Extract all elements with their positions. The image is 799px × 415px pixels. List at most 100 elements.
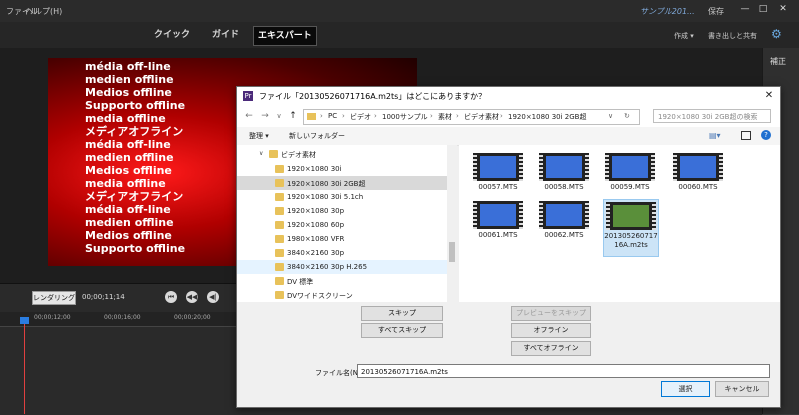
breadcrumb-item[interactable]: 素材 <box>438 112 452 122</box>
go-to-start-icon[interactable]: ⏮ <box>165 291 177 303</box>
new-folder-button[interactable]: 新しいフォルダー <box>289 131 345 141</box>
tree-item-hover[interactable]: 3840×2160 30p H.265 <box>237 260 447 274</box>
premiere-icon: Pr <box>243 91 253 101</box>
cancel-button[interactable]: キャンセル <box>715 381 769 397</box>
tree-scrollbar-thumb[interactable] <box>449 242 455 262</box>
step-back-icon[interactable]: ◀| <box>207 291 219 303</box>
all-offline-button[interactable]: すべてオフライン <box>511 341 591 356</box>
search-input[interactable]: 1920×1080 30i 2GB超の検索 <box>653 109 771 123</box>
preview-text: medien offline <box>85 216 174 229</box>
breadcrumb-separator: › <box>342 112 345 120</box>
create-menu[interactable]: 作成 ▾ <box>674 31 694 41</box>
folder-icon <box>275 277 284 285</box>
forward-arrow-icon[interactable]: → <box>259 110 271 122</box>
folder-icon <box>275 165 284 173</box>
file-name: 00061.MTS <box>478 231 518 239</box>
back-arrow-icon[interactable]: ← <box>243 110 255 122</box>
refresh-icon[interactable]: ↻ <box>624 112 630 120</box>
video-thumbnail <box>605 153 655 181</box>
breadcrumb-item[interactable]: 1920×1080 30i 2GB超 <box>508 112 586 122</box>
skip-button[interactable]: スキップ <box>361 306 443 321</box>
file-tile[interactable]: 00058.MTS <box>537 151 591 203</box>
breadcrumb-separator: › <box>500 112 503 120</box>
file-name: 00058.MTS <box>544 183 584 191</box>
tree-item[interactable]: 1920×1080 30i <box>237 162 447 176</box>
breadcrumb-item[interactable]: PC <box>328 112 337 120</box>
folder-icon <box>275 179 284 187</box>
playhead[interactable] <box>24 318 25 414</box>
breadcrumb-item[interactable]: 1000サンプル <box>382 112 428 122</box>
tree-item[interactable]: DV 標準 <box>237 274 447 288</box>
preview-text: medien offline <box>85 151 174 164</box>
tree-scrollbar[interactable] <box>447 145 457 302</box>
tree-item-label: 1920×1080 30i <box>287 165 342 173</box>
tree-item-label: 1920×1080 30i 5.1ch <box>287 193 364 201</box>
rewind-icon[interactable]: ◀◀ <box>186 291 198 303</box>
ruler-tick: 00;00;12;00 <box>34 314 71 321</box>
chevron-down-icon[interactable]: ∨ <box>259 150 263 157</box>
adjust-panel-label[interactable]: 補正 <box>770 56 786 67</box>
file-name: 00059.MTS <box>610 183 650 191</box>
preview-text: Medios offline <box>85 164 172 177</box>
filename-field[interactable]: 20130526071716A.m2ts <box>357 364 770 378</box>
help-icon[interactable]: ? <box>761 130 771 140</box>
tree-item[interactable]: 1920×1080 30p <box>237 204 447 218</box>
tree-item[interactable]: ∨ ビデオ素材 <box>237 147 447 161</box>
file-tile[interactable]: 00059.MTS <box>603 151 657 203</box>
offline-button[interactable]: オフライン <box>511 323 591 338</box>
close-icon[interactable]: ✕ <box>776 3 790 15</box>
preview-pane-icon[interactable] <box>741 131 751 140</box>
render-button[interactable]: レンダリング <box>32 291 76 305</box>
tree-item[interactable]: 1920×1080 60p <box>237 218 447 232</box>
timeline-ruler[interactable]: 00;00;12;00 00;00;16;00 00;00;20;00 <box>0 312 236 327</box>
skip-preview-button[interactable]: プレビューをスキップ <box>511 306 591 321</box>
chevron-down-icon[interactable]: ∨ <box>608 112 613 120</box>
tree-item[interactable]: DVワイドスクリーン <box>237 288 447 302</box>
tab-quick[interactable]: クイック <box>150 26 194 44</box>
preview-text: medien offline <box>85 73 174 86</box>
locate-file-dialog: Pr ファイル「20130526071716A.m2ts」はどこにありますか？ … <box>236 86 781 408</box>
tree-item[interactable]: 3840×2160 30p <box>237 246 447 260</box>
up-arrow-icon[interactable]: ↑ <box>287 110 299 122</box>
breadcrumb-separator: › <box>374 112 377 120</box>
menu-help[interactable]: ヘルプ(H) <box>26 6 62 17</box>
folder-icon <box>269 150 278 158</box>
playhead-handle[interactable] <box>20 317 29 324</box>
tree-item[interactable]: 1920×1080 30i 5.1ch <box>237 190 447 204</box>
export-share-menu[interactable]: 書き出しと共有 <box>708 31 757 41</box>
folder-icon <box>275 249 284 257</box>
select-button[interactable]: 選択 <box>661 381 710 397</box>
tree-item-selected[interactable]: 1920×1080 30i 2GB超 <box>237 176 447 190</box>
navigation-bar: ← → ∨ ↑ › PC › ビデオ › 1000サンプル › 素材 › ビデオ… <box>237 105 780 127</box>
skip-all-button[interactable]: すべてスキップ <box>361 323 443 338</box>
chevron-down-icon[interactable]: ∨ <box>273 110 285 122</box>
folder-icon <box>275 193 284 201</box>
tree-item[interactable]: 1980×1080 VFR <box>237 232 447 246</box>
breadcrumb-item[interactable]: ビデオ素材 <box>464 112 499 122</box>
gear-icon[interactable]: ⚙ <box>771 27 785 41</box>
file-tile[interactable]: 00057.MTS <box>471 151 525 203</box>
preview-text: メディアオフライン <box>85 190 184 203</box>
close-icon[interactable]: ✕ <box>762 89 776 103</box>
file-name: 00062.MTS <box>544 231 584 239</box>
video-thumbnail <box>539 201 589 229</box>
maximize-icon[interactable]: □ <box>756 3 770 15</box>
organize-menu[interactable]: 整理 ▾ <box>249 131 269 141</box>
breadcrumb-item[interactable]: ビデオ <box>350 112 371 122</box>
video-thumbnail <box>473 201 523 229</box>
dialog-toolbar: 整理 ▾ 新しいフォルダー ▤▾ ? <box>237 127 780 146</box>
save-button[interactable]: 保存 <box>708 6 724 17</box>
breadcrumb-separator: › <box>430 112 433 120</box>
file-tile-selected[interactable]: 20130526071716A.m2ts <box>603 199 659 257</box>
address-bar[interactable]: › PC › ビデオ › 1000サンプル › 素材 › ビデオ素材 › 192… <box>303 109 640 125</box>
tab-guided[interactable]: ガイド <box>208 26 243 44</box>
file-tile[interactable]: 00062.MTS <box>537 199 591 251</box>
video-thumbnail <box>673 153 723 181</box>
folder-icon <box>275 221 284 229</box>
file-tile[interactable]: 00060.MTS <box>671 151 725 203</box>
minimize-icon[interactable]: — <box>738 3 752 15</box>
view-options-icon[interactable]: ▤▾ <box>709 131 721 140</box>
ruler-tick: 00;00;16;00 <box>104 314 141 321</box>
file-tile[interactable]: 00061.MTS <box>471 199 525 251</box>
tab-expert[interactable]: エキスパート <box>253 26 317 46</box>
